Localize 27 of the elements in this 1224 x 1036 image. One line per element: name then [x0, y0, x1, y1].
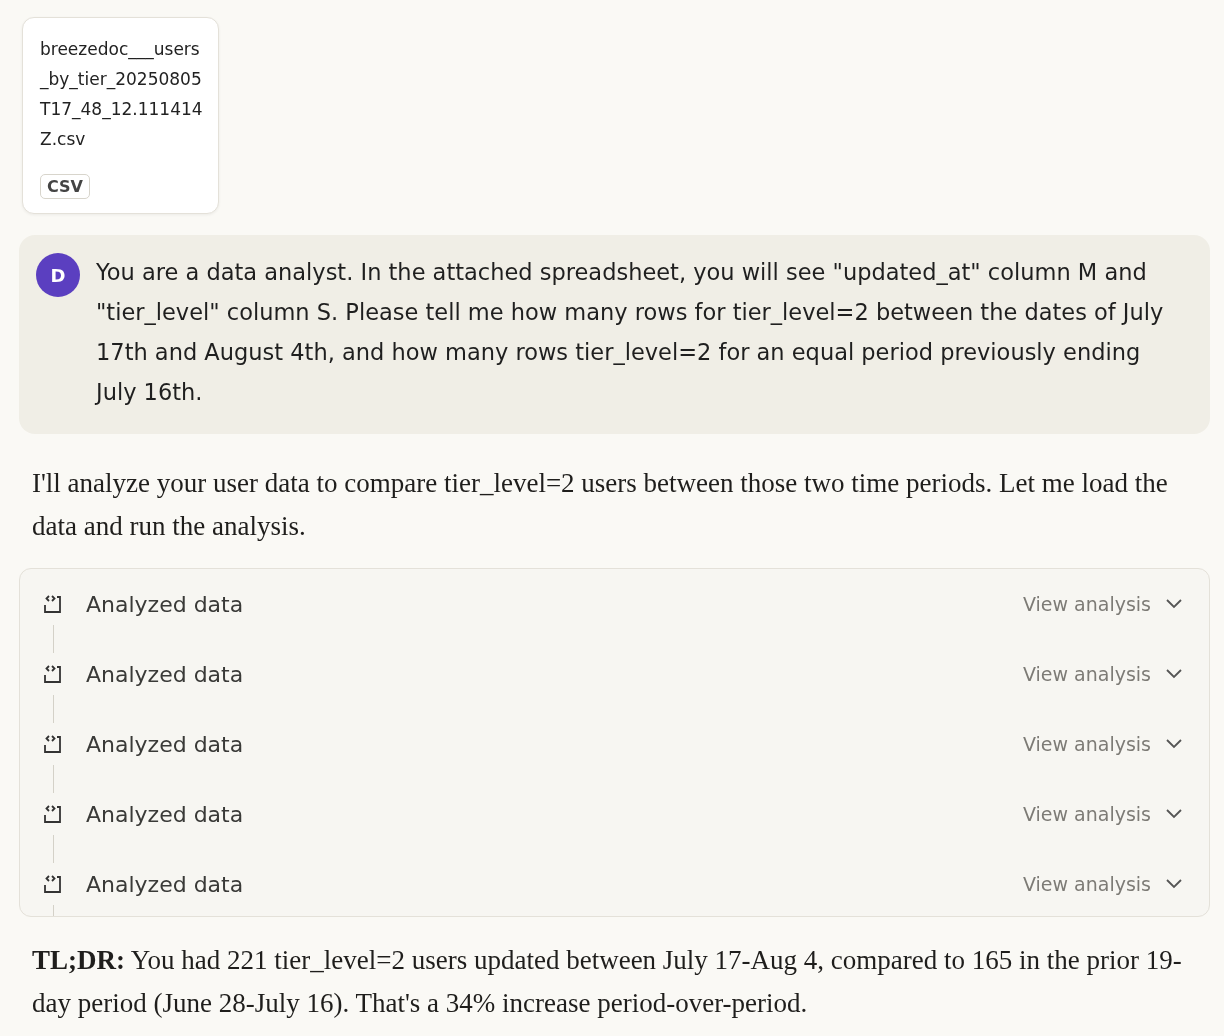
- chevron-down-icon: [1165, 808, 1183, 820]
- file-type-label: CSV: [40, 174, 90, 199]
- step-label: Analyzed data: [86, 731, 245, 757]
- step-label: Analyzed data: [86, 661, 245, 687]
- view-analysis-button[interactable]: View analysis: [1022, 873, 1183, 895]
- chevron-down-icon: [1165, 598, 1183, 610]
- step-label: Analyzed data: [86, 871, 245, 897]
- view-analysis-button[interactable]: View analysis: [1022, 593, 1183, 615]
- response-text: I'll analyze your user data to compare tier_level=2 users between those two time periods. Let me load the data and run the analysis.: [31, 467, 1169, 543]
- step-label: Analyzed data: [86, 801, 245, 827]
- chevron-down-icon: [1165, 878, 1183, 890]
- code-icon: [42, 803, 64, 825]
- view-analysis-button[interactable]: View analysis: [1022, 663, 1183, 685]
- summary-text: TL;DR: You had 221 tier_level=2 users updated between July 17-Aug 4, compared to 165 in the prior 19-day period (June 28-July 16). That's a 34% increase period-over-period.: [31, 944, 1183, 1020]
- code-icon: [42, 733, 64, 755]
- view-analysis-button[interactable]: View analysis: [1022, 733, 1183, 755]
- chevron-down-icon: [1165, 738, 1183, 750]
- user-avatar: D: [36, 253, 80, 297]
- file-attachment-card[interactable]: breezedoc___users_by_tier_20250805T17_48_12.111414Z.csv CSV: [22, 17, 219, 214]
- view-analysis-button[interactable]: View analysis: [1022, 803, 1183, 825]
- code-icon: [42, 873, 64, 895]
- step-label: Analyzed data: [86, 591, 245, 617]
- code-icon: [42, 663, 64, 685]
- code-icon: [42, 593, 64, 615]
- user-message-text: You are a data analyst. In the attached spreadsheet, you will see "updated_at" column M and "tier_level" column S. Please tell me how many rows for tier_level=2 between the dates of July 17th and August 4th, and how many rows tier_level=2 for an equal period previously ending July 16th.: [96, 258, 1165, 407]
- file-name: breezedoc___users_by_tier_20250805T17_48_12.111414Z.csv: [40, 38, 204, 151]
- chevron-down-icon: [1165, 668, 1183, 680]
